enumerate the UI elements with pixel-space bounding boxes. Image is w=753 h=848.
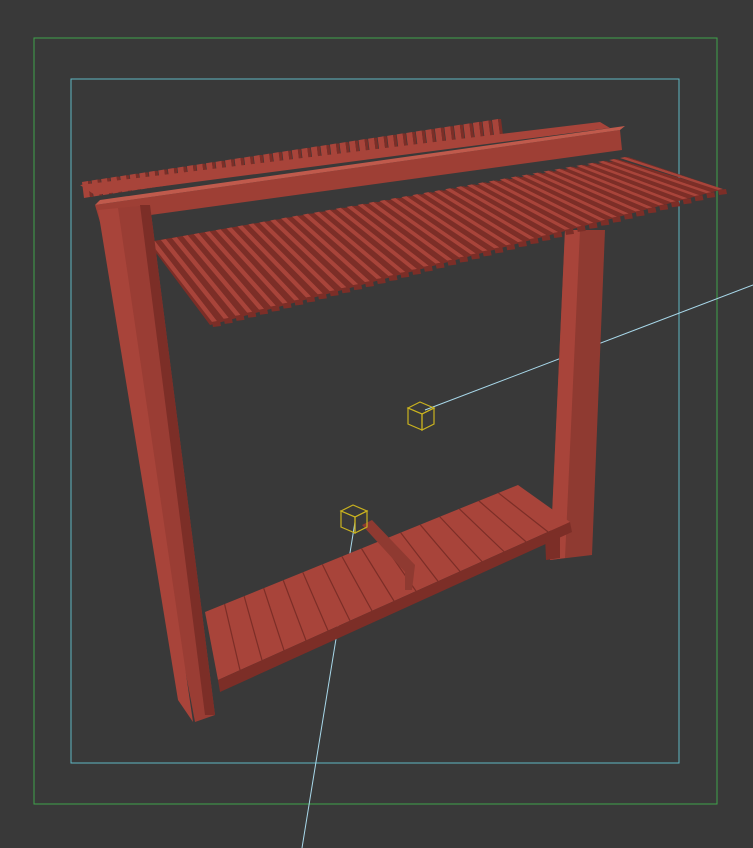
roof-slat-front-end [517, 241, 527, 248]
roof-slat-front-end [553, 231, 563, 238]
roof-slat-front-end [459, 256, 469, 263]
roof-slat-front-end [600, 219, 610, 226]
roof-slat-front-end [259, 308, 269, 315]
roof-slat-front-end [718, 189, 727, 195]
roof-slat-front-end [647, 207, 657, 214]
roof-slat-front-end [282, 302, 292, 309]
roof-slat-front-end [294, 299, 304, 306]
roof-slat-front-end [529, 238, 539, 245]
roof-slat-front-end [682, 198, 692, 205]
pergola-model[interactable] [80, 119, 727, 722]
roof-slat-front-end [670, 201, 680, 208]
roof-slat-front-end [494, 247, 504, 254]
roof-slat-front-end [388, 274, 398, 281]
roof-slat-front-end [612, 216, 622, 223]
light-gizmo-right[interactable] [406, 401, 436, 431]
roof-slat-front-end [588, 222, 598, 229]
roof-slat-front-end [694, 195, 704, 202]
roof-slat-front-end [541, 235, 551, 242]
roof-slat-front-end [329, 290, 339, 297]
roof-slat-front-end [623, 213, 633, 220]
roof-slat-front-end [223, 317, 233, 324]
roof-slat-front-end [212, 321, 221, 327]
roof-slat-front-end [270, 305, 280, 312]
roof-slat-front-end [235, 314, 245, 321]
3d-viewport[interactable] [0, 0, 753, 848]
roof-slat-front-end [506, 244, 516, 251]
roof-slat-front-end [376, 278, 386, 285]
roof-slat-front-end [317, 293, 327, 300]
roof-slat-front-end [470, 253, 480, 260]
roof-slat-front-end [576, 225, 586, 232]
roof-slat-front-end [353, 284, 363, 291]
roof-slat-front-end [412, 268, 422, 275]
viewport-canvas[interactable] [0, 0, 753, 848]
roof-slat-front-end [482, 250, 492, 257]
roof-slat-front-end [247, 311, 257, 318]
roof-slat-front-end [447, 259, 457, 266]
roof-slat-front-end [341, 287, 351, 294]
roof-slat-front-end [659, 204, 669, 211]
bench-leg-right [545, 530, 560, 560]
roof-slat-front-end [364, 281, 374, 288]
roof-slat-front-end [565, 228, 575, 235]
roof-slat-front-end [423, 265, 433, 272]
roof-slat-front-end [435, 262, 445, 269]
roof-slat-front-end [306, 296, 316, 303]
roof-slat-front-end [400, 271, 410, 278]
roof-slat-front-end [635, 210, 645, 217]
roof-slat-front-end [706, 192, 716, 199]
